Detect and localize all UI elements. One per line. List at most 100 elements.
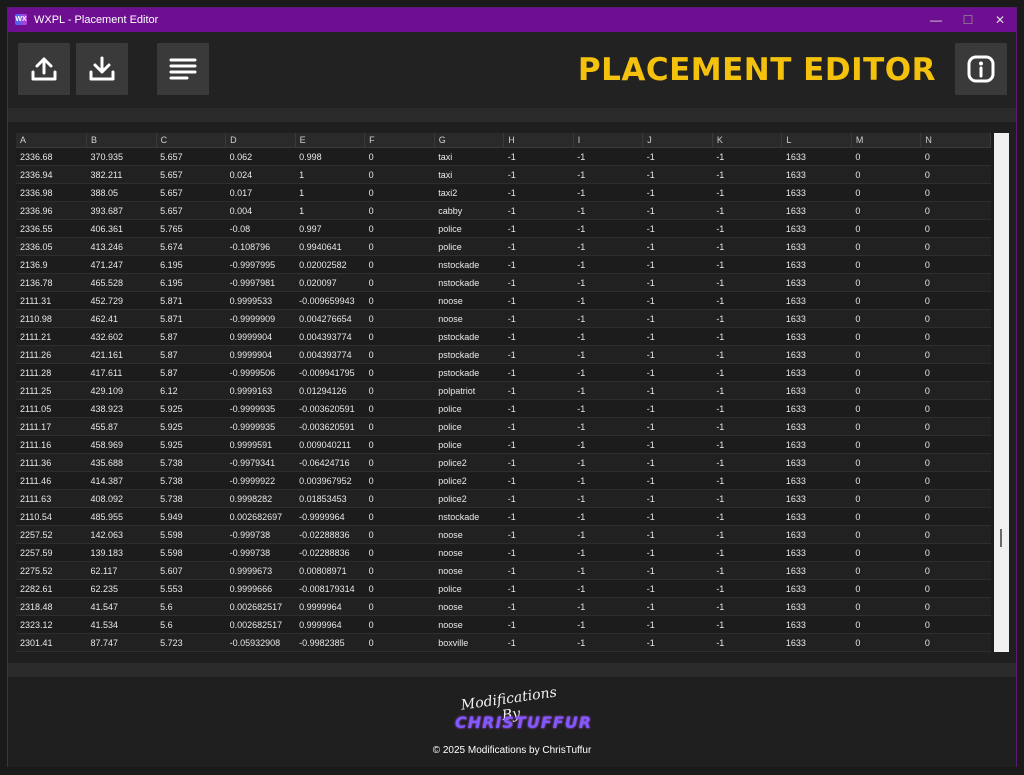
table-cell[interactable]: 5.598 bbox=[156, 543, 226, 562]
table-cell[interactable]: 0 bbox=[364, 615, 435, 634]
table-cell[interactable]: -1 bbox=[503, 237, 574, 256]
table-cell[interactable]: 1633 bbox=[781, 561, 852, 580]
table-cell[interactable]: 2275.52 bbox=[16, 561, 87, 580]
table-cell[interactable]: 0 bbox=[364, 237, 435, 256]
table-cell[interactable]: -1 bbox=[712, 597, 782, 616]
table-cell[interactable]: -1 bbox=[503, 147, 574, 166]
table-cell[interactable]: -1 bbox=[503, 399, 574, 418]
table-cell[interactable]: nstockade bbox=[434, 273, 504, 292]
table-cell[interactable]: 0 bbox=[920, 453, 991, 472]
table-cell[interactable]: 0 bbox=[364, 543, 435, 562]
table-cell[interactable]: 1633 bbox=[781, 579, 852, 598]
table-cell[interactable]: 0 bbox=[920, 147, 991, 166]
table-cell[interactable]: -1 bbox=[642, 273, 713, 292]
table-cell[interactable]: 0 bbox=[364, 633, 435, 652]
table-cell[interactable]: police bbox=[434, 219, 504, 238]
table-cell[interactable]: 2301.41 bbox=[16, 633, 87, 652]
table-cell[interactable]: 0.002682697 bbox=[225, 507, 296, 526]
table-cell[interactable]: -1 bbox=[642, 309, 713, 328]
table-cell[interactable]: taxi bbox=[434, 165, 504, 184]
table-cell[interactable]: 0 bbox=[920, 219, 991, 238]
table-cell[interactable]: 5.6 bbox=[156, 597, 226, 616]
table-cell[interactable]: 0 bbox=[364, 399, 435, 418]
table-cell[interactable]: 388.05 bbox=[86, 183, 157, 202]
table-cell[interactable]: 0.01853453 bbox=[295, 489, 365, 508]
table-cell[interactable]: -0.999738 bbox=[225, 525, 296, 544]
table-cell[interactable]: -1 bbox=[503, 561, 574, 580]
table-cell[interactable]: -1 bbox=[712, 147, 782, 166]
column-header[interactable]: M bbox=[851, 133, 922, 148]
table-cell[interactable]: -1 bbox=[503, 543, 574, 562]
maximize-button[interactable]: ☐ bbox=[952, 11, 984, 29]
table-cell[interactable]: 1633 bbox=[781, 345, 852, 364]
table-cell[interactable]: -1 bbox=[573, 399, 643, 418]
table-cell[interactable]: 1633 bbox=[781, 489, 852, 508]
table-cell[interactable]: -1 bbox=[712, 183, 782, 202]
table-cell[interactable]: noose bbox=[434, 615, 504, 634]
table-cell[interactable]: 0 bbox=[364, 291, 435, 310]
table-cell[interactable]: 0 bbox=[920, 633, 991, 652]
table-cell[interactable]: 393.687 bbox=[86, 201, 157, 220]
table-cell[interactable]: -1 bbox=[642, 255, 713, 274]
table-cell[interactable]: 0 bbox=[851, 561, 921, 580]
table-cell[interactable]: -1 bbox=[573, 453, 643, 472]
table-cell[interactable]: 0.9999904 bbox=[225, 327, 296, 346]
table-cell[interactable]: 0.9999904 bbox=[225, 345, 296, 364]
table-cell[interactable]: -1 bbox=[503, 417, 574, 436]
table-cell[interactable]: 2336.05 bbox=[16, 237, 87, 256]
table-cell[interactable]: 142.063 bbox=[86, 525, 157, 544]
table-row[interactable]: 2318.48 41.547 5.6 0.002682517 0.9999964 0 noo… bbox=[16, 597, 991, 616]
table-cell[interactable]: 1633 bbox=[781, 453, 852, 472]
table-cell[interactable]: 485.955 bbox=[86, 507, 157, 526]
table-cell[interactable]: 370.935 bbox=[86, 147, 157, 166]
table-cell[interactable]: 0 bbox=[851, 399, 921, 418]
table-cell[interactable]: -1 bbox=[642, 507, 713, 526]
table-cell[interactable]: -1 bbox=[573, 417, 643, 436]
table-cell[interactable]: -1 bbox=[503, 507, 574, 526]
table-cell[interactable]: -1 bbox=[712, 561, 782, 580]
table-cell[interactable]: 0.003967952 bbox=[295, 471, 365, 490]
table-cell[interactable]: 0.9940641 bbox=[295, 237, 365, 256]
table-cell[interactable]: 0 bbox=[920, 345, 991, 364]
table-cell[interactable]: 432.602 bbox=[86, 327, 157, 346]
table-cell[interactable]: 1633 bbox=[781, 291, 852, 310]
table-cell[interactable]: 41.547 bbox=[86, 597, 157, 616]
table-cell[interactable]: taxi2 bbox=[434, 183, 504, 202]
table-cell[interactable]: 0 bbox=[920, 525, 991, 544]
table-cell[interactable]: pstockade bbox=[434, 327, 504, 346]
table-row[interactable]: 2136.78 465.528 6.195 -0.9997981 0.020097 0 ns… bbox=[16, 273, 991, 292]
table-cell[interactable]: 0 bbox=[920, 543, 991, 562]
column-header[interactable]: C bbox=[156, 133, 227, 148]
table-cell[interactable]: 0 bbox=[920, 273, 991, 292]
table-cell[interactable]: 5.657 bbox=[156, 147, 226, 166]
table-cell[interactable]: -0.9999964 bbox=[295, 507, 365, 526]
table-cell[interactable]: police2 bbox=[434, 453, 504, 472]
table-cell[interactable]: -1 bbox=[642, 543, 713, 562]
table-cell[interactable]: -1 bbox=[573, 435, 643, 454]
table-cell[interactable]: 414.387 bbox=[86, 471, 157, 490]
table-cell[interactable]: 0 bbox=[364, 327, 435, 346]
table-cell[interactable]: 5.657 bbox=[156, 165, 226, 184]
table-cell[interactable]: -1 bbox=[642, 363, 713, 382]
table-cell[interactable]: 0 bbox=[851, 219, 921, 238]
table-cell[interactable]: 2111.46 bbox=[16, 471, 87, 490]
table-cell[interactable]: -1 bbox=[573, 147, 643, 166]
table-cell[interactable]: -0.06424716 bbox=[295, 453, 365, 472]
table-cell[interactable]: 2111.17 bbox=[16, 417, 87, 436]
table-cell[interactable]: -1 bbox=[642, 597, 713, 616]
table-cell[interactable]: 5.607 bbox=[156, 561, 226, 580]
table-cell[interactable]: 0.002682517 bbox=[225, 597, 296, 616]
table-cell[interactable]: 0.017 bbox=[225, 183, 296, 202]
table-cell[interactable]: 1 bbox=[295, 201, 365, 220]
table-cell[interactable]: 2282.61 bbox=[16, 579, 87, 598]
table-cell[interactable]: 0 bbox=[364, 525, 435, 544]
table-cell[interactable]: 0 bbox=[364, 165, 435, 184]
table-cell[interactable]: -1 bbox=[573, 345, 643, 364]
table-cell[interactable]: -0.9999506 bbox=[225, 363, 296, 382]
table-cell[interactable]: 1633 bbox=[781, 363, 852, 382]
table-cell[interactable]: -1 bbox=[642, 327, 713, 346]
info-button[interactable] bbox=[955, 43, 1007, 95]
table-cell[interactable]: 0 bbox=[364, 219, 435, 238]
table-cell[interactable]: 2336.96 bbox=[16, 201, 87, 220]
table-cell[interactable]: 0.9999964 bbox=[295, 615, 365, 634]
